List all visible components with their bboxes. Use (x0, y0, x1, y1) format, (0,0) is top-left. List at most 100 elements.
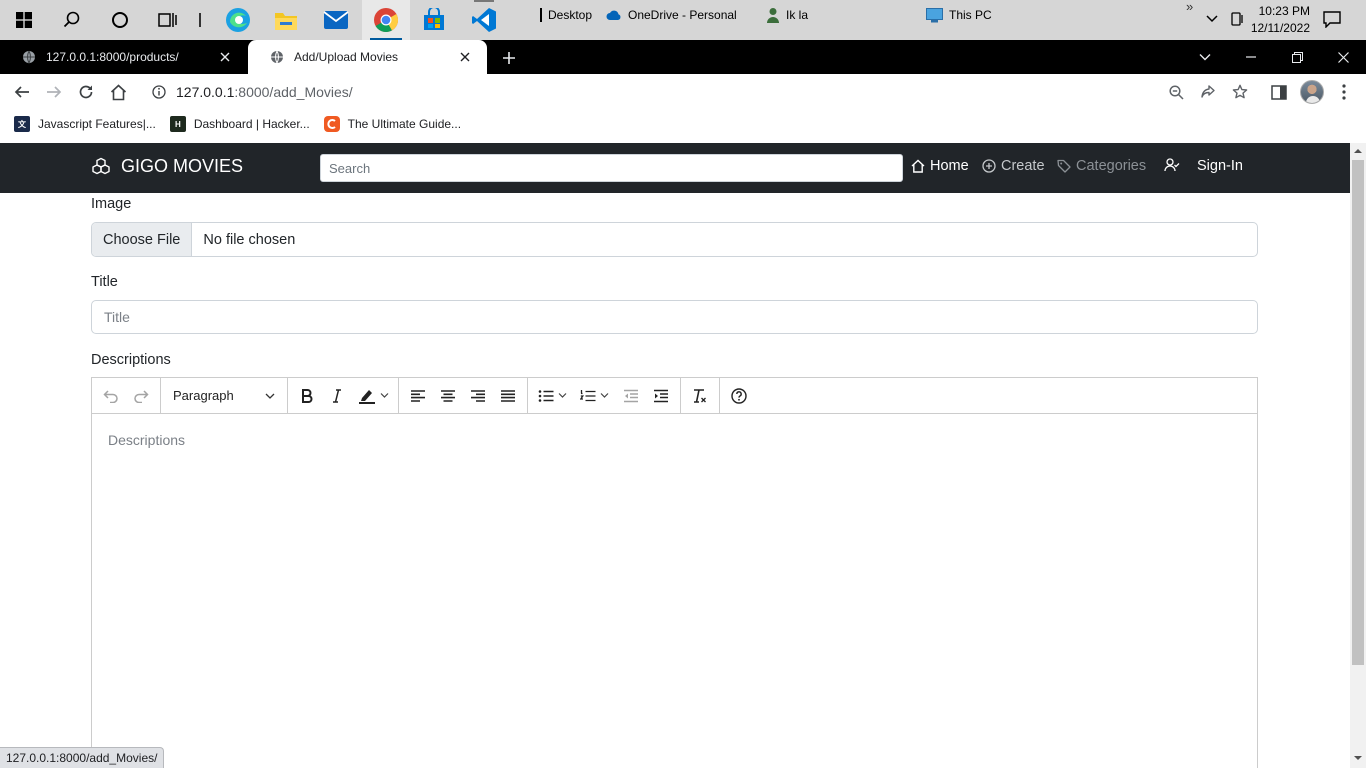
taskbar-store[interactable] (410, 0, 458, 40)
title-input[interactable] (91, 300, 1258, 334)
zoom-button[interactable] (1162, 78, 1190, 106)
search-input[interactable] (320, 154, 903, 182)
share-icon (1201, 85, 1215, 98)
cortana-button[interactable] (96, 0, 144, 40)
task-view-button[interactable] (144, 0, 192, 40)
chrome-menu-button[interactable] (1330, 78, 1358, 106)
bookmark-label: Javascript Features|... (38, 117, 156, 131)
computer-icon (926, 7, 943, 22)
list-group (528, 378, 681, 413)
taskbar-chrome[interactable] (362, 0, 410, 40)
block-format-select[interactable]: Paragraph (165, 382, 283, 410)
taskbar-overflow-chevron[interactable]: » (1186, 0, 1193, 14)
forward-button[interactable] (40, 78, 68, 106)
back-button[interactable] (8, 78, 36, 106)
taskbar-vscode[interactable] (460, 0, 508, 40)
tray-expand-button[interactable] (1205, 12, 1219, 26)
reload-button[interactable] (72, 78, 100, 106)
editor-toolbar: Paragraph (92, 378, 1257, 414)
tab-close-button[interactable] (457, 49, 473, 65)
nav-home-link[interactable]: Home (911, 158, 969, 174)
share-button[interactable] (1194, 78, 1222, 106)
bookmark-javascript-features[interactable]: 文 Javascript Features|... (14, 116, 156, 132)
taskbar-file-explorer[interactable] (262, 0, 310, 40)
arrow-left-icon (14, 86, 29, 98)
rich-text-editor: Paragraph Descriptions (91, 377, 1258, 768)
taskbar-edge[interactable] (214, 0, 262, 40)
redo-button[interactable] (126, 382, 156, 410)
nav-create-link[interactable]: Create (982, 158, 1045, 174)
alignment-group (399, 378, 528, 413)
align-center-button[interactable] (433, 382, 463, 410)
bullet-list-button[interactable] (532, 382, 574, 410)
tab-products[interactable]: 127.0.0.1:8000/products/ (0, 40, 247, 74)
numbered-list-icon (580, 389, 596, 401)
nav-home-label: Home (930, 158, 969, 174)
align-justify-button[interactable] (493, 382, 523, 410)
taskbar-user-folder[interactable]: Ik la (766, 0, 808, 30)
edge-icon (226, 8, 250, 32)
chrome-icon (374, 8, 399, 33)
bold-button[interactable] (292, 382, 322, 410)
choose-file-button[interactable]: Choose File (92, 223, 193, 256)
browser-toolbar: 127.0.0.1:8000/add_Movies/ (0, 74, 1366, 110)
image-file-input[interactable]: Choose File No file chosen (91, 222, 1258, 257)
home-button[interactable] (104, 78, 132, 106)
reload-icon (79, 85, 93, 99)
bookmark-hackerrank-dashboard[interactable]: H Dashboard | Hacker... (169, 116, 310, 132)
tab-search-button[interactable] (1182, 40, 1228, 74)
side-panel-button[interactable] (1265, 78, 1293, 106)
bookmark-ultimate-guide[interactable]: The Ultimate Guide... (323, 116, 461, 132)
highlight-color-button[interactable] (352, 382, 394, 410)
codedamn-icon (323, 116, 340, 132)
help-button[interactable] (724, 382, 754, 410)
close-icon (220, 52, 230, 62)
site-brand[interactable]: GIGO MOVIES (91, 156, 243, 177)
taskbar-desktop-toolbar[interactable]: Desktop (540, 0, 592, 30)
new-tab-button[interactable] (498, 47, 520, 69)
hackerrank-icon: H (169, 116, 186, 132)
address-bar[interactable]: 127.0.0.1:8000/add_Movies/ (140, 77, 1260, 107)
taskbar-onedrive[interactable]: OneDrive - Personal (606, 0, 737, 30)
undo-icon (103, 389, 118, 403)
profile-button[interactable] (1298, 78, 1326, 106)
minimize-button[interactable] (1228, 40, 1274, 74)
start-button[interactable] (0, 0, 48, 40)
indent-button[interactable] (646, 382, 676, 410)
align-left-icon (411, 389, 425, 402)
taskbar-search-button[interactable] (48, 0, 96, 40)
scrollbar-thumb[interactable] (1352, 160, 1364, 665)
tab-title: Add/Upload Movies (294, 50, 399, 64)
url-text: 127.0.0.1:8000/add_Movies/ (176, 84, 353, 100)
undo-button[interactable] (96, 382, 126, 410)
taskbar-clock[interactable]: 10:23 PM 12/11/2022 (1251, 3, 1310, 37)
user-check-icon (1164, 158, 1180, 172)
close-icon (1337, 51, 1349, 63)
scroll-up-arrow-icon[interactable] (1354, 147, 1362, 155)
history-group (92, 378, 161, 413)
editor-content-area[interactable]: Descriptions (92, 414, 1257, 466)
numbered-list-button[interactable] (574, 382, 616, 410)
nav-categories-link[interactable]: Categories (1057, 158, 1146, 174)
nav-user-button[interactable] (1164, 158, 1180, 172)
notifications-button[interactable] (1323, 11, 1341, 28)
device-icon (1231, 12, 1243, 26)
taskbar-mail[interactable] (312, 0, 360, 40)
bookmark-star-button[interactable] (1226, 78, 1254, 106)
nav-signin-link[interactable]: Sign-In (1197, 158, 1243, 174)
align-right-button[interactable] (463, 382, 493, 410)
italic-button[interactable] (322, 382, 352, 410)
scroll-down-arrow-icon[interactable] (1354, 754, 1362, 762)
restore-button[interactable] (1274, 40, 1320, 74)
clear-formatting-button[interactable] (685, 382, 715, 410)
outdent-button[interactable] (616, 382, 646, 410)
tab-add-upload-movies[interactable]: Add/Upload Movies (248, 40, 487, 74)
redo-icon (134, 389, 149, 403)
align-left-button[interactable] (403, 382, 433, 410)
tab-close-button[interactable] (217, 49, 233, 65)
tag-icon (1057, 159, 1071, 173)
taskbar-this-pc[interactable]: This PC (926, 0, 992, 30)
tray-device-button[interactable] (1229, 11, 1245, 27)
close-window-button[interactable] (1320, 40, 1366, 74)
page-scrollbar[interactable] (1350, 143, 1366, 768)
